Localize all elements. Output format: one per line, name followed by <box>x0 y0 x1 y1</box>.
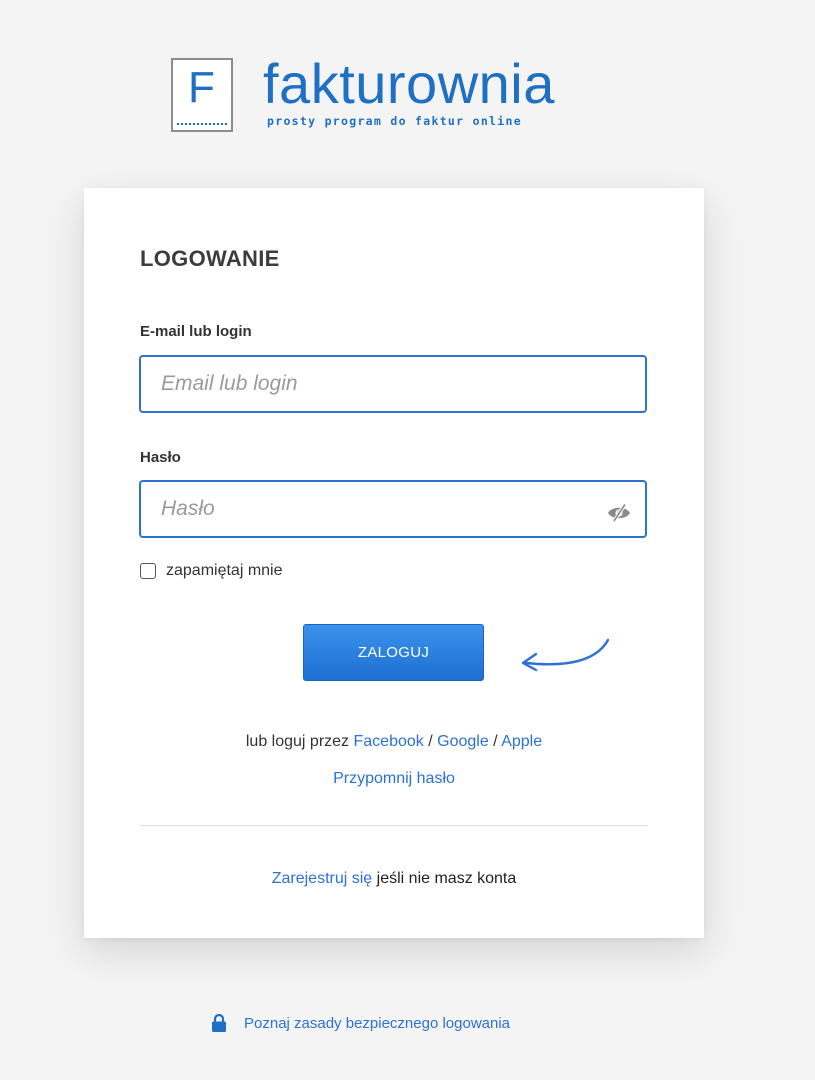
security-link[interactable]: Poznaj zasady bezpiecznego logowania <box>244 1015 510 1032</box>
remember-me[interactable]: zapamiętaj mnie <box>140 562 283 580</box>
password-input[interactable] <box>139 480 647 538</box>
social-login: lub loguj przez Facebook / Google / Appl… <box>84 733 704 751</box>
register: Zarejestruj się jeśli nie masz konta <box>84 870 704 888</box>
password-label: Hasło <box>140 449 181 466</box>
logo-letter: F <box>188 63 215 112</box>
remind-password: Przypomnij hasło <box>84 770 704 788</box>
logo[interactable]: F fakturownia prosty program do faktur o… <box>171 52 555 132</box>
login-page: F fakturownia prosty program do faktur o… <box>0 0 815 1080</box>
logo-tagline: prosty program do faktur online <box>267 114 522 128</box>
email-label: E-mail lub login <box>140 323 252 340</box>
remember-checkbox[interactable] <box>140 563 156 579</box>
login-button[interactable]: ZALOGUJ <box>303 624 484 681</box>
facebook-link[interactable]: Facebook <box>354 733 424 750</box>
lock-icon <box>212 1013 226 1032</box>
google-link[interactable]: Google <box>437 733 489 750</box>
social-prefix: lub loguj przez <box>245 733 350 750</box>
divider <box>140 825 648 826</box>
eye-slash-icon[interactable] <box>606 503 632 523</box>
logo-dots <box>177 123 227 125</box>
social-separator: / <box>493 733 498 750</box>
login-title: LOGOWANIE <box>140 246 280 271</box>
remind-password-link[interactable]: Przypomnij hasło <box>333 770 455 787</box>
register-suffix: jeśli nie masz konta <box>376 870 517 887</box>
email-input[interactable] <box>139 355 647 413</box>
curved-arrow-icon <box>521 638 610 672</box>
apple-link[interactable]: Apple <box>501 733 542 750</box>
remember-label: zapamiętaj mnie <box>166 562 283 579</box>
login-card: LOGOWANIE E-mail lub login Hasło zapamię… <box>84 188 704 938</box>
logo-text: fakturownia prosty program do faktur onl… <box>263 52 555 129</box>
logo-name: fakturownia <box>263 52 555 115</box>
social-separator: / <box>428 733 433 750</box>
logo-mark-icon: F <box>171 58 233 132</box>
security-info[interactable]: Poznaj zasady bezpiecznego logowania <box>211 1013 510 1033</box>
register-link[interactable]: Zarejestruj się <box>272 870 372 887</box>
